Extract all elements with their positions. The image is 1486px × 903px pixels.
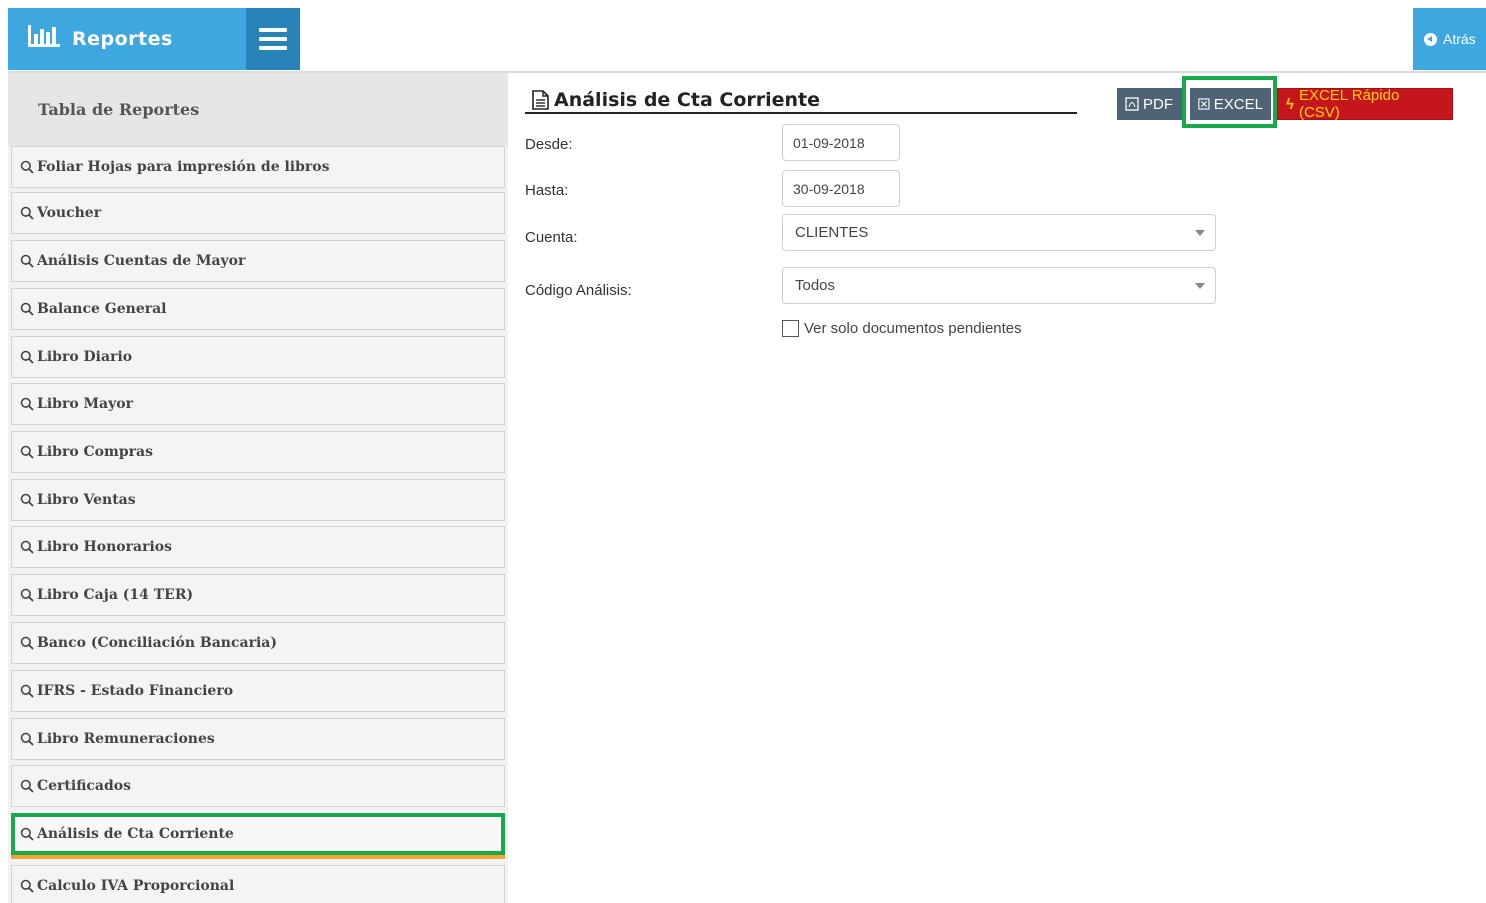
sidebar-item[interactable]: Libro Ventas bbox=[11, 479, 505, 521]
top-bar: Reportes Atrás bbox=[0, 0, 1486, 73]
pending-docs-checkbox-row[interactable]: Ver solo documentos pendientes bbox=[782, 320, 1022, 337]
chevron-down-icon bbox=[1195, 230, 1205, 236]
sidebar-item[interactable]: Análisis de Cta Corriente bbox=[11, 813, 505, 855]
search-icon bbox=[20, 254, 34, 268]
sidebar-item[interactable]: Banco (Conciliación Bancaria) bbox=[11, 622, 505, 664]
search-icon bbox=[20, 779, 34, 793]
desde-label: Desde: bbox=[525, 136, 573, 153]
sidebar-item-label: Libro Ventas bbox=[37, 492, 136, 508]
brand-label: Reportes bbox=[72, 28, 173, 50]
sidebar-item[interactable]: Libro Compras bbox=[11, 431, 505, 473]
lightning-icon: ϟ bbox=[1286, 95, 1294, 113]
sidebar-item[interactable]: Análisis Cuentas de Mayor bbox=[11, 240, 505, 282]
sidebar-item-label: Certificados bbox=[37, 778, 131, 794]
menu-toggle-button[interactable] bbox=[246, 8, 300, 70]
pdf-label: PDF bbox=[1143, 95, 1173, 113]
main-panel: Análisis de Cta Corriente PDF EXCEL ϟ EX… bbox=[525, 76, 1486, 903]
search-icon bbox=[20, 684, 34, 698]
sidebar-item-label: Banco (Conciliación Bancaria) bbox=[37, 635, 277, 651]
sidebar-item[interactable]: Foliar Hojas para impresión de libros bbox=[11, 146, 505, 188]
sidebar-item[interactable]: Balance General bbox=[11, 288, 505, 330]
search-icon bbox=[20, 879, 34, 893]
cuenta-label: Cuenta: bbox=[525, 229, 578, 246]
sidebar-item-label: Balance General bbox=[37, 301, 167, 317]
sidebar-item-label: Foliar Hojas para impresión de libros bbox=[37, 159, 330, 175]
codigo-value: Todos bbox=[795, 277, 836, 294]
sidebar-item[interactable]: Certificados bbox=[11, 765, 505, 807]
sidebar-item-label: Libro Diario bbox=[37, 349, 133, 365]
search-icon bbox=[20, 397, 34, 411]
brand[interactable]: Reportes bbox=[8, 8, 246, 70]
hasta-label: Hasta: bbox=[525, 182, 569, 199]
back-button[interactable]: Atrás bbox=[1413, 8, 1486, 70]
page-title: Análisis de Cta Corriente bbox=[554, 89, 821, 111]
hasta-date-input[interactable]: 30-09-2018 bbox=[782, 170, 900, 207]
search-icon bbox=[20, 160, 34, 174]
sidebar-item-label: Libro Remuneraciones bbox=[37, 731, 215, 747]
cuenta-value: CLIENTES bbox=[795, 224, 869, 241]
document-icon bbox=[532, 90, 549, 110]
search-icon bbox=[20, 206, 34, 220]
excel-label: EXCEL bbox=[1213, 95, 1263, 113]
search-icon bbox=[20, 350, 34, 364]
codigo-label: Código Análisis: bbox=[525, 282, 632, 299]
sidebar-item[interactable]: Libro Remuneraciones bbox=[11, 718, 505, 760]
pdf-button[interactable]: PDF bbox=[1117, 88, 1183, 120]
back-label: Atrás bbox=[1443, 31, 1476, 47]
search-icon bbox=[20, 732, 34, 746]
sidebar-item-label: Libro Honorarios bbox=[37, 539, 172, 555]
search-icon bbox=[20, 588, 34, 602]
sidebar-item[interactable]: Libro Mayor bbox=[11, 383, 505, 425]
back-arrow-icon bbox=[1424, 32, 1437, 46]
sidebar-item-label: Libro Compras bbox=[37, 444, 153, 460]
chevron-down-icon bbox=[1195, 283, 1205, 289]
file-pdf-icon bbox=[1125, 97, 1139, 111]
sidebar-item-label: Libro Caja (14 TER) bbox=[37, 587, 194, 603]
desde-date-input[interactable]: 01-09-2018 bbox=[782, 124, 900, 161]
sidebar: Tabla de Reportes Foliar Hojas para impr… bbox=[8, 73, 508, 903]
excel-csv-button[interactable]: ϟ EXCEL Rápido (CSV) bbox=[1277, 87, 1453, 121]
search-icon bbox=[20, 445, 34, 459]
file-excel-icon bbox=[1198, 98, 1210, 110]
search-icon bbox=[20, 493, 34, 507]
pending-docs-label: Ver solo documentos pendientes bbox=[804, 320, 1022, 337]
search-icon bbox=[20, 636, 34, 650]
pending-docs-checkbox[interactable] bbox=[782, 320, 799, 337]
sidebar-item[interactable]: Voucher bbox=[11, 192, 505, 234]
sidebar-item-label: Análisis de Cta Corriente bbox=[37, 826, 234, 842]
sidebar-item[interactable]: Libro Diario bbox=[11, 336, 505, 378]
cuenta-select[interactable]: CLIENTES bbox=[782, 214, 1216, 251]
sidebar-item-label: Libro Mayor bbox=[37, 396, 133, 412]
sidebar-item[interactable]: Calculo IVA Proporcional bbox=[11, 865, 505, 903]
sidebar-item-label: Voucher bbox=[37, 205, 102, 221]
sidebar-item-label: Análisis Cuentas de Mayor bbox=[37, 253, 246, 269]
bar-chart-icon bbox=[28, 25, 60, 47]
excel-button[interactable]: EXCEL bbox=[1190, 88, 1271, 120]
page-title-bar: Análisis de Cta Corriente bbox=[525, 88, 1077, 114]
search-icon bbox=[20, 540, 34, 554]
codigo-select[interactable]: Todos bbox=[782, 267, 1216, 304]
sidebar-item[interactable]: IFRS - Estado Financiero bbox=[11, 670, 505, 712]
sidebar-item[interactable]: Libro Caja (14 TER) bbox=[11, 574, 505, 616]
sidebar-item[interactable]: Libro Honorarios bbox=[11, 526, 505, 568]
excel-csv-label: EXCEL Rápido (CSV) bbox=[1298, 87, 1400, 121]
hamburger-icon bbox=[259, 28, 287, 50]
search-icon bbox=[20, 302, 34, 316]
sidebar-title: Tabla de Reportes bbox=[8, 73, 508, 146]
search-icon bbox=[20, 827, 34, 841]
sidebar-item-label: Calculo IVA Proporcional bbox=[37, 878, 235, 894]
sidebar-item-label: IFRS - Estado Financiero bbox=[37, 683, 234, 699]
